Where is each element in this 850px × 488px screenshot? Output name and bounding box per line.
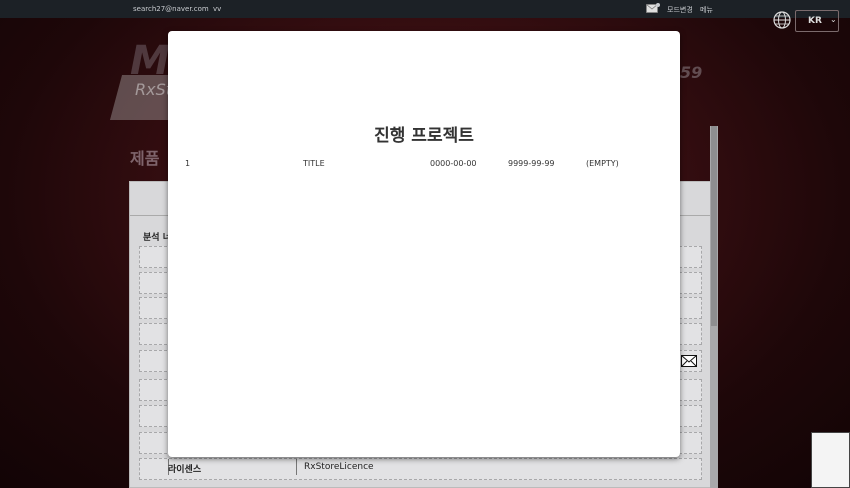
menu-button[interactable]: 메뉴 (700, 5, 713, 15)
project-end-date: 9999-99-99 (508, 159, 555, 168)
project-status: (EMPTY) (586, 159, 619, 168)
page-title: 제품 (130, 149, 160, 168)
license-value: RxStoreLicence (304, 462, 374, 472)
panel-row (139, 458, 702, 480)
preview-thumbnail[interactable] (811, 432, 850, 488)
chevron-down-icon: ⌄ (830, 15, 837, 24)
user-name[interactable]: vv (213, 5, 221, 13)
project-title: TITLE (303, 159, 325, 168)
brand-logo-script: RxSt (135, 80, 173, 99)
language-code: KR (808, 16, 822, 26)
brand-logo: M (130, 38, 170, 84)
analysis-label: 분석 너 (143, 233, 171, 243)
table-row[interactable]: 1 TITLE 0000-00-00 9999-99-99 (EMPTY) (168, 159, 680, 173)
project-modal: 진행 프로젝트 1 TITLE 0000-00-00 9999-99-99 (E… (168, 31, 680, 457)
scrollbar-thumb[interactable] (711, 126, 717, 326)
language-select[interactable]: KR ⌄ (795, 10, 839, 32)
mode-change-button[interactable]: 모드변경 (667, 5, 693, 15)
license-label: 라이센스 (168, 465, 202, 475)
globe-icon[interactable] (773, 11, 791, 29)
envelope-icon[interactable] (681, 355, 697, 367)
project-number: 1 (185, 159, 191, 168)
logo-number: 59 (680, 63, 703, 82)
project-start-date: 0000-00-00 (430, 159, 477, 168)
modal-title: 진행 프로젝트 (374, 126, 474, 146)
user-email[interactable]: search27@naver.com (133, 5, 209, 13)
top-bar: search27@naver.com vv 모드변경 메뉴 (0, 0, 850, 18)
divider (296, 459, 297, 475)
mail-icon[interactable] (646, 3, 660, 14)
